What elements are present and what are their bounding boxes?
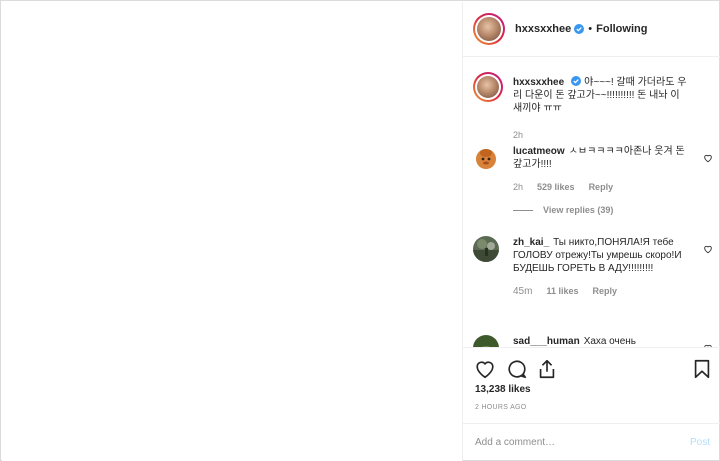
add-comment-input[interactable] (475, 437, 690, 448)
post-button[interactable]: Post (690, 437, 710, 448)
comment-username[interactable]: sad___human (513, 336, 580, 347)
comment-likes[interactable]: 11 likes (546, 285, 578, 298)
post-actions: 13,238 likes 2 HOURS AGO (463, 347, 720, 417)
post-media[interactable] (2, 2, 463, 461)
caption-username[interactable]: hxxsxxhee (513, 77, 564, 88)
post-header: hxxsxxhee • Following (463, 2, 720, 57)
reply-button[interactable]: Reply (593, 285, 618, 298)
add-comment-bar: Post (463, 423, 720, 461)
reply-button[interactable]: Reply (589, 181, 614, 194)
comment-username[interactable]: zh_kai_ (513, 237, 549, 248)
post-side-panel: hxxsxxhee • Following hxxsxxhee 야~~~! 갈때 … (463, 2, 720, 461)
post-dialog: hxxsxxhee • Following hxxsxxhee 야~~~! 갈때 … (0, 0, 720, 461)
commenter-avatar[interactable] (473, 145, 499, 171)
author-avatar[interactable] (473, 13, 505, 45)
share-icon[interactable] (536, 358, 558, 380)
like-comment-heart-icon[interactable] (703, 244, 713, 254)
like-comment-heart-icon[interactable] (703, 153, 713, 163)
following-button[interactable]: Following (596, 23, 647, 35)
view-replies-divider (513, 210, 533, 211)
comment-text: Хаха очень (583, 336, 637, 347)
comments-list[interactable]: hxxsxxhee 야~~~! 갈때 가더라도 우리 다운이 돈 갚고가~~!!!… (463, 58, 720, 347)
verified-badge-icon (574, 24, 585, 34)
comment-likes[interactable]: 529 likes (537, 181, 575, 194)
comment-username[interactable]: lucatmeow (513, 146, 565, 157)
author-username[interactable]: hxxsxxhee (515, 23, 571, 35)
like-heart-icon[interactable] (474, 358, 496, 380)
verified-badge-icon (571, 76, 582, 86)
comment-bubble-icon[interactable] (506, 358, 528, 380)
comment-time[interactable]: 2h (513, 181, 523, 194)
commenter-avatar[interactable] (473, 335, 499, 347)
post-timestamp[interactable]: 2 HOURS AGO (475, 404, 527, 411)
header-separator: • (588, 23, 593, 35)
commenter-avatar[interactable] (473, 236, 499, 262)
comment-time[interactable]: 45m (513, 285, 532, 298)
caption-avatar[interactable] (473, 72, 503, 102)
likes-count[interactable]: 13,238 likes (475, 384, 531, 395)
caption-time[interactable]: 2h (513, 129, 523, 142)
view-replies-button[interactable]: View replies (39) (513, 204, 688, 217)
bookmark-icon[interactable] (691, 358, 713, 380)
view-replies-label: View replies (39) (543, 205, 614, 215)
